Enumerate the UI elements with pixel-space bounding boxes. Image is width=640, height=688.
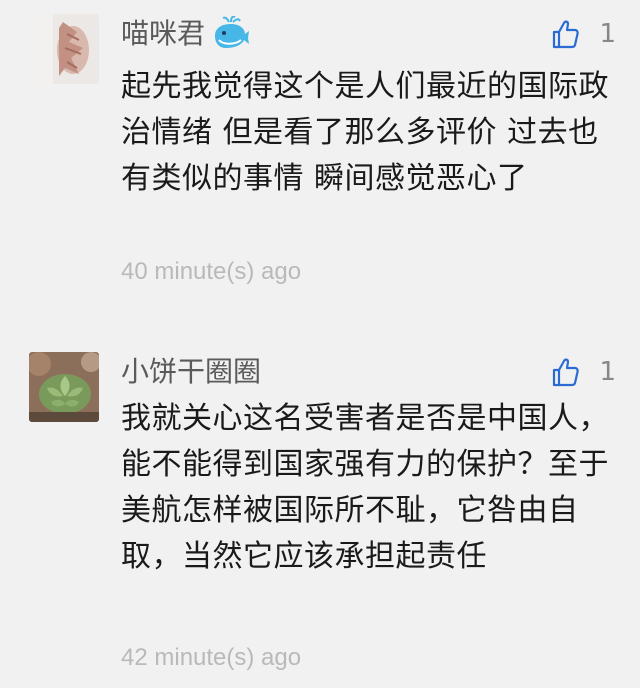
username[interactable]: 喵咪君 <box>121 12 251 56</box>
comment-text: 我就关心这名受害者是否是中国人，能不能得到国家强有力的保护？至于美航怎样被国际所… <box>121 401 609 574</box>
username-text: 小饼干圈圈 <box>121 355 262 388</box>
timestamp: 40 minute(s) ago <box>121 258 302 285</box>
thumbs-up-icon <box>553 358 580 387</box>
username-text: 喵咪君 <box>121 17 206 50</box>
like-button[interactable]: 1 <box>551 14 616 54</box>
like-button[interactable]: 1 <box>551 352 616 392</box>
thumbs-up-icon <box>553 20 580 49</box>
like-count: 1 <box>599 357 616 387</box>
avatar[interactable] <box>29 14 99 84</box>
timestamp: 42 minute(s) ago <box>121 644 302 671</box>
like-count: 1 <box>599 19 616 49</box>
whale-icon <box>211 15 251 52</box>
comment-list: 喵咪君 1 起先我觉得这个是人们最近的国际政治情绪 但是看了那么多评价 过去也有… <box>0 0 640 688</box>
username[interactable]: 小饼干圈圈 <box>121 350 261 394</box>
avatar[interactable] <box>29 352 99 422</box>
comment-text: 起先我觉得这个是人们最近的国际政治情绪 但是看了那么多评价 过去也有类似的事情 … <box>121 69 609 196</box>
